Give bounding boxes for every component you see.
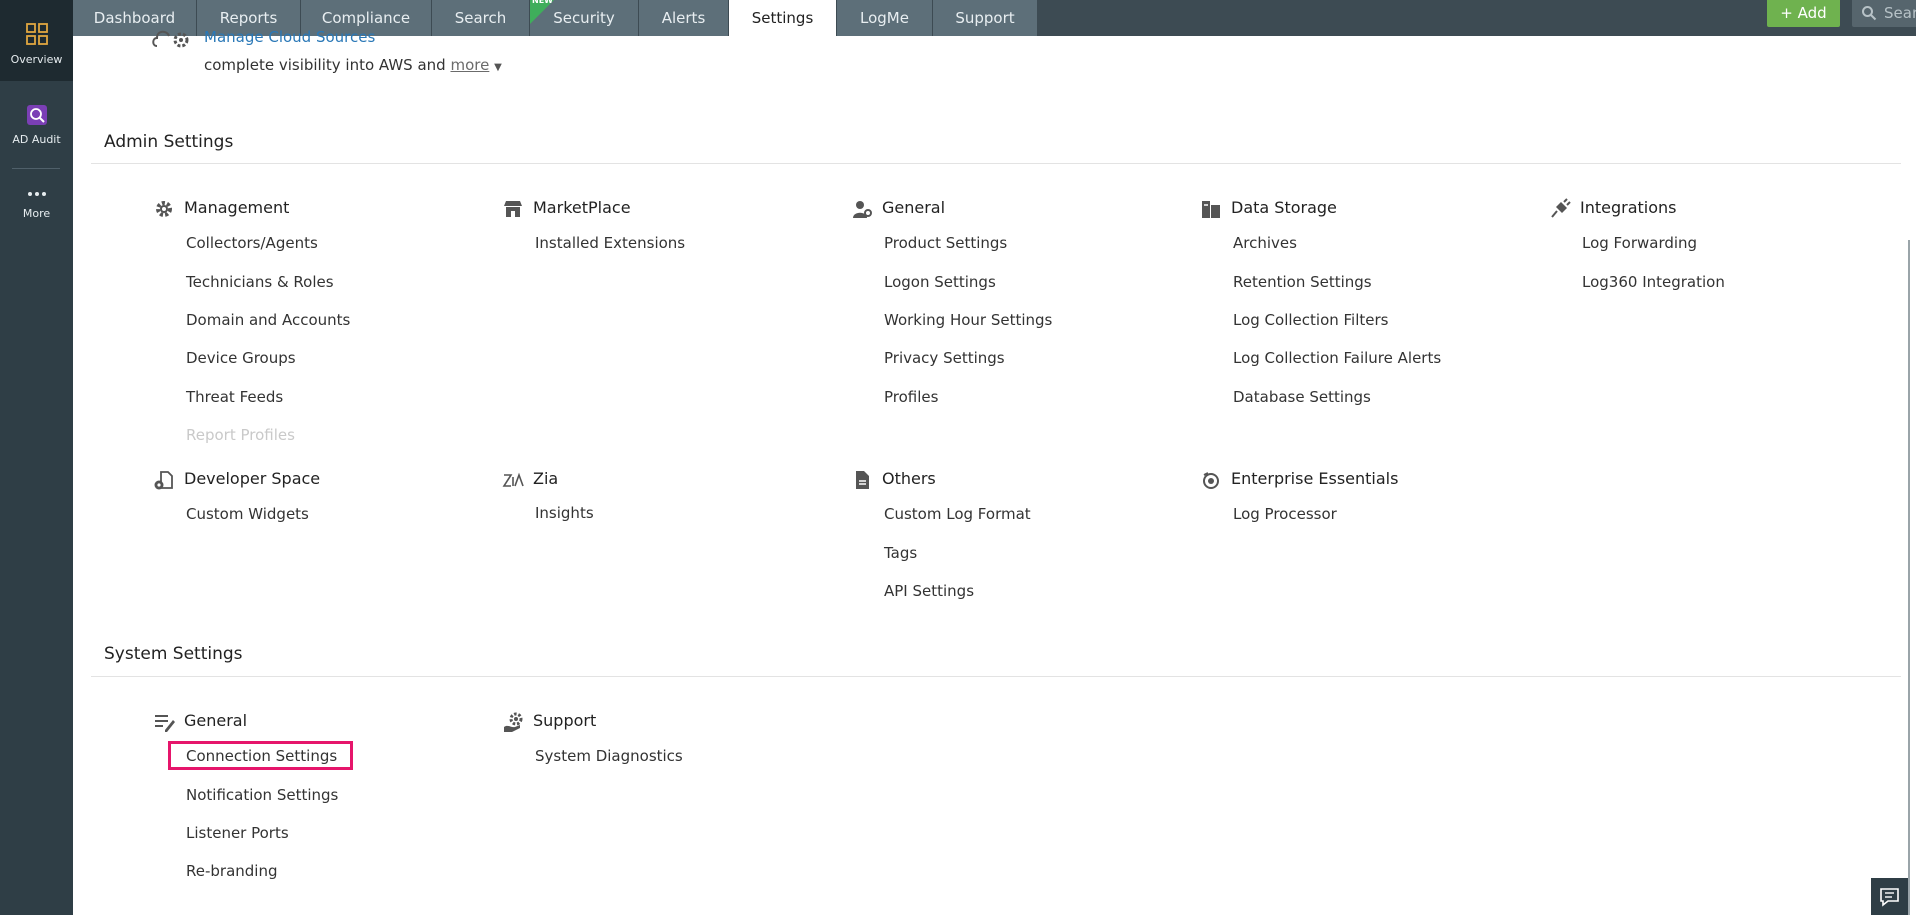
storage-icon (1202, 201, 1220, 218)
group-title: Data Storage (1231, 198, 1337, 217)
enterprise-icon (1203, 472, 1219, 489)
link-threat-feeds[interactable]: Threat Feeds (186, 388, 283, 406)
group-title: General (184, 711, 248, 730)
more-link[interactable]: more (450, 56, 489, 74)
plug-icon (1551, 198, 1571, 218)
group-title: Enterprise Essentials (1231, 469, 1399, 488)
link-custom-widgets[interactable]: Custom Widgets (186, 505, 309, 523)
sidebar-divider (12, 168, 60, 169)
chat-icon (1880, 888, 1899, 907)
group-title: Zia (533, 469, 559, 488)
group-title: Management (184, 198, 290, 217)
store-icon (504, 201, 522, 217)
link-log-collection-failure-alerts[interactable]: Log Collection Failure Alerts (1233, 349, 1441, 367)
group-title: MarketPlace (533, 198, 631, 217)
left-sidebar: Overview AD Audit More (0, 0, 73, 915)
cloud-settings-icon (152, 30, 189, 48)
zia-icon (502, 472, 524, 487)
link-log-collection-filters[interactable]: Log Collection Filters (1233, 311, 1389, 329)
link-database-settings[interactable]: Database Settings (1233, 388, 1371, 406)
gear-icon (156, 201, 172, 217)
group-title: Others (882, 469, 936, 488)
add-button[interactable]: + Add (1767, 0, 1840, 27)
link-re-branding[interactable]: Re-branding (186, 862, 278, 880)
group-title: Developer Space (184, 469, 321, 488)
global-search-input[interactable]: Search (1852, 0, 1916, 27)
sidebar-item-more[interactable]: More (0, 188, 73, 220)
cloud-description-text: complete visibility into AWS and (204, 56, 446, 74)
tab-label: Security (553, 9, 615, 27)
link-retention-settings[interactable]: Retention Settings (1233, 273, 1372, 291)
link-device-groups[interactable]: Device Groups (186, 349, 296, 367)
link-log-processor[interactable]: Log Processor (1233, 505, 1337, 523)
group-title: Support (533, 711, 597, 730)
developer-icon (154, 471, 173, 490)
section-divider (91, 676, 1901, 677)
link-listener-ports[interactable]: Listener Ports (186, 824, 289, 842)
sidebar-item-overview[interactable]: Overview (0, 0, 73, 81)
sidebar-item-label: Overview (10, 53, 63, 66)
tab-settings[interactable]: Settings (729, 0, 837, 36)
link-profiles[interactable]: Profiles (884, 388, 938, 406)
link-archives[interactable]: Archives (1233, 234, 1297, 252)
settings-content: Manage Cloud Sources complete visibility… (73, 28, 1916, 915)
section-divider (91, 163, 1901, 164)
caret-down-icon: ▼ (494, 62, 502, 73)
link-api-settings[interactable]: API Settings (884, 582, 974, 600)
link-installed-extensions[interactable]: Installed Extensions (535, 234, 685, 252)
grid-icon (25, 23, 48, 45)
link-log-forwarding[interactable]: Log Forwarding (1582, 234, 1697, 252)
more-dots-icon (27, 192, 46, 196)
link-custom-log-format[interactable]: Custom Log Format (884, 505, 1031, 523)
support-gear-icon (504, 712, 523, 732)
tab-alerts[interactable]: Alerts (639, 0, 729, 36)
chat-button[interactable] (1871, 878, 1908, 915)
tab-security[interactable]: NEW Security (530, 0, 639, 36)
link-connection-settings[interactable]: Connection Settings (186, 747, 337, 765)
link-insights[interactable]: Insights (535, 504, 594, 522)
search-icon (1862, 6, 1877, 21)
link-collectors-agents[interactable]: Collectors/Agents (186, 234, 318, 252)
tab-support[interactable]: Support (933, 0, 1038, 36)
link-system-diagnostics[interactable]: System Diagnostics (535, 747, 683, 765)
manage-cloud-sources-link[interactable]: Manage Cloud Sources (204, 28, 375, 46)
link-product-settings[interactable]: Product Settings (884, 234, 1007, 252)
tab-logme[interactable]: LogMe (837, 0, 933, 36)
link-notification-settings[interactable]: Notification Settings (186, 786, 338, 804)
link-working-hour-settings[interactable]: Working Hour Settings (884, 311, 1052, 329)
sidebar-item-label: AD Audit (12, 133, 61, 146)
system-settings-title: System Settings (104, 644, 243, 664)
link-tags[interactable]: Tags (884, 544, 917, 562)
search-placeholder: Search (1884, 4, 1916, 22)
document-icon (856, 471, 869, 489)
sidebar-item-ad-audit[interactable]: AD Audit (0, 104, 73, 146)
group-title: General (882, 198, 946, 217)
user-settings-icon (853, 201, 872, 218)
link-technicians-roles[interactable]: Technicians & Roles (186, 273, 334, 291)
link-domain-accounts[interactable]: Domain and Accounts (186, 311, 350, 329)
link-log360-integration[interactable]: Log360 Integration (1582, 273, 1725, 291)
edit-settings-icon (155, 715, 175, 732)
new-badge: NEW (532, 0, 553, 5)
link-logon-settings[interactable]: Logon Settings (884, 273, 996, 291)
link-privacy-settings[interactable]: Privacy Settings (884, 349, 1005, 367)
sidebar-item-label: More (22, 207, 51, 220)
ad-audit-icon (26, 105, 47, 125)
scrollbar[interactable] (1908, 240, 1910, 915)
cloud-description: complete visibility into AWS and more ▼ (204, 56, 502, 74)
link-report-profiles: Report Profiles (186, 426, 295, 444)
group-title: Integrations (1580, 198, 1677, 217)
admin-settings-title: Admin Settings (104, 132, 234, 152)
tab-search[interactable]: Search (432, 0, 530, 36)
